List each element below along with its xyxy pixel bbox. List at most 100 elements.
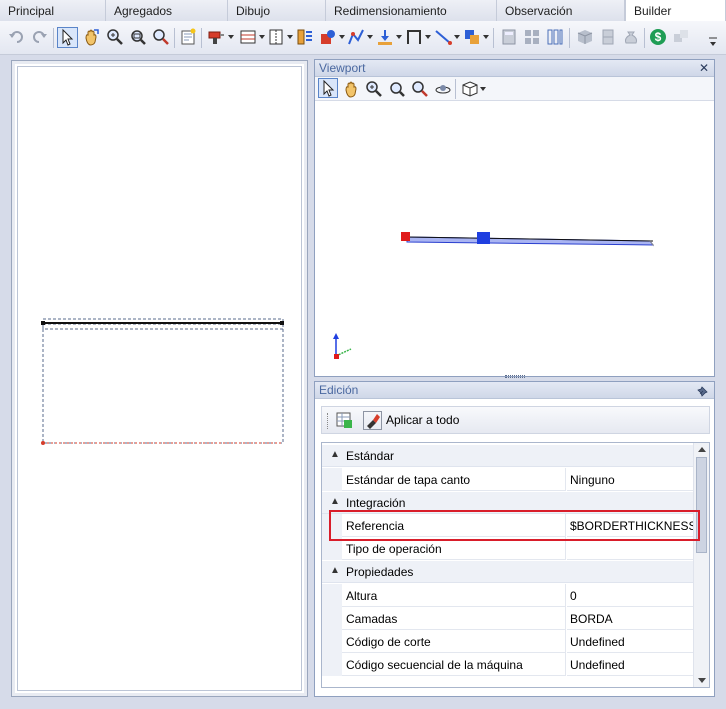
viewport-title-bar: Viewport ✕ — [315, 60, 714, 77]
property-key: Camadas — [342, 607, 566, 630]
undo-icon[interactable] — [8, 28, 26, 46]
property-row[interactable]: Tipo de operación — [322, 537, 694, 560]
zoom-window-icon[interactable] — [388, 80, 406, 98]
svg-text:$: $ — [655, 30, 662, 44]
pan-hand-icon[interactable] — [82, 28, 100, 46]
drawing-canvas[interactable] — [17, 66, 302, 691]
calculator-icon[interactable] — [500, 28, 518, 46]
tab-label: Principal — [8, 4, 55, 18]
property-value[interactable] — [567, 537, 694, 560]
property-value[interactable]: BORDA — [567, 607, 694, 630]
property-value[interactable]: $BORDERTHICKNESSBUI — [567, 514, 694, 537]
drawing-canvas-frame — [11, 60, 308, 697]
stack-parts-icon[interactable] — [463, 28, 481, 46]
tab-label: Dibujo — [236, 4, 271, 18]
panel-splitter[interactable] — [505, 375, 525, 378]
apply-all-button[interactable]: Aplicar a todo — [386, 413, 459, 427]
select-pointer-icon[interactable] — [318, 78, 338, 98]
property-key: Estándar de tapa canto — [342, 468, 566, 491]
property-row[interactable]: Altura 0 — [322, 584, 694, 607]
scroll-down-icon[interactable] — [698, 678, 706, 683]
property-value[interactable]: Undefined — [567, 630, 694, 653]
insert-down-icon[interactable] — [376, 28, 394, 46]
polyline-tool-icon[interactable] — [347, 28, 365, 46]
toolbar-overflow-icon[interactable] — [708, 35, 718, 52]
new-note-icon[interactable] — [179, 28, 197, 46]
category-integracion[interactable]: ▲ Integración — [322, 492, 694, 514]
zoom-window-icon[interactable] — [129, 28, 147, 46]
grid-layout-icon[interactable] — [523, 28, 541, 46]
scroll-up-icon[interactable] — [698, 447, 706, 452]
edicion-panel: Edición Aplicar a todo ▲ Estándar Estánd… — [314, 381, 715, 697]
tab-label: Builder — [634, 4, 672, 18]
tab-agregados[interactable]: Agregados — [106, 0, 228, 21]
viewport-title: Viewport — [319, 61, 366, 75]
viewport-3d-canvas[interactable] — [315, 103, 714, 399]
edicion-title: Edición — [319, 383, 359, 397]
export-cubes-icon[interactable] — [672, 28, 690, 46]
chevron-up-icon[interactable]: ▲ — [330, 449, 340, 460]
orbit-icon[interactable] — [434, 80, 452, 98]
property-value[interactable]: Undefined — [567, 653, 694, 676]
columns-icon[interactable] — [546, 28, 564, 46]
category-estandar[interactable]: ▲ Estándar — [322, 445, 694, 467]
cut-lines-icon[interactable] — [239, 28, 257, 46]
category-label: Propiedades — [346, 565, 414, 579]
money-bag-icon[interactable] — [622, 28, 640, 46]
property-row[interactable]: Estándar de tapa canto Ninguno — [322, 468, 694, 491]
panel-2d-drawing — [41, 318, 284, 445]
tab-label: Redimensionamiento — [334, 4, 447, 18]
redo-icon[interactable] — [30, 28, 48, 46]
pin-icon[interactable] — [697, 383, 709, 400]
property-row-referencia[interactable]: Referencia $BORDERTHICKNESSBUI — [322, 514, 694, 537]
pan-hand-icon[interactable] — [342, 80, 360, 98]
tab-label: Agregados — [114, 4, 173, 18]
tab-builder[interactable]: Builder — [625, 0, 726, 22]
diagonal-line-icon[interactable] — [434, 28, 452, 46]
zoom-in-icon[interactable] — [106, 28, 124, 46]
property-grid: ▲ Estándar Estándar de tapa canto Ningun… — [321, 442, 710, 688]
scrollbar-thumb[interactable] — [696, 457, 707, 553]
property-value[interactable]: Ninguno — [567, 468, 694, 491]
select-pointer-icon[interactable] — [57, 27, 78, 48]
property-key: Referencia — [342, 514, 566, 537]
category-label: Integración — [346, 496, 406, 510]
property-grid-scrollbar[interactable] — [693, 443, 709, 687]
zoom-extents-icon[interactable] — [152, 28, 170, 46]
properties-grid-icon[interactable] — [335, 411, 353, 429]
component-tool-icon[interactable] — [319, 28, 337, 46]
tab-observacion[interactable]: Observación — [497, 0, 625, 21]
property-row[interactable]: Código de corte Undefined — [322, 630, 694, 653]
ribbon-tabbar: Principal Agregados Dibujo Redimensionam… — [0, 0, 726, 22]
property-key: Código de corte — [342, 630, 566, 653]
axis-gizmo — [333, 333, 352, 359]
viewport-toolbar — [315, 77, 714, 101]
viewport-3d-scene — [333, 232, 655, 399]
edicion-toolbar: Aplicar a todo — [321, 406, 710, 434]
box-3d-icon[interactable] — [576, 28, 594, 46]
chevron-up-icon[interactable]: ▲ — [330, 496, 340, 507]
zoom-in-icon[interactable] — [365, 80, 383, 98]
cabinet-icon[interactable] — [599, 28, 617, 46]
property-row[interactable]: Código secuencial de la máquina Undefine… — [322, 653, 694, 676]
machining-list-icon[interactable] — [296, 28, 314, 46]
apply-all-brush-icon[interactable] — [363, 411, 382, 430]
property-row[interactable]: Camadas BORDA — [322, 607, 694, 630]
tab-principal[interactable]: Principal — [0, 0, 106, 21]
main-toolbar: $ — [0, 21, 726, 55]
tab-dibujo[interactable]: Dibujo — [228, 0, 326, 21]
close-icon[interactable]: ✕ — [699, 61, 709, 75]
drill-tool-icon[interactable] — [207, 28, 225, 46]
budget-dollar-icon[interactable]: $ — [649, 28, 667, 46]
category-propiedades[interactable]: ▲ Propiedades — [322, 561, 694, 583]
door-frame-icon[interactable] — [405, 28, 423, 46]
view-cube-icon[interactable] — [461, 80, 479, 98]
chevron-up-icon[interactable]: ▲ — [330, 565, 340, 576]
viewport-panel: Viewport ✕ — [314, 59, 715, 399]
zoom-extents-icon[interactable] — [411, 80, 429, 98]
property-key: Código secuencial de la máquina — [342, 653, 566, 676]
property-value[interactable]: 0 — [567, 584, 694, 607]
panel-frame-icon[interactable] — [267, 28, 285, 46]
tab-redimensionamiento[interactable]: Redimensionamiento — [326, 0, 497, 21]
tab-label: Observación — [505, 4, 573, 18]
